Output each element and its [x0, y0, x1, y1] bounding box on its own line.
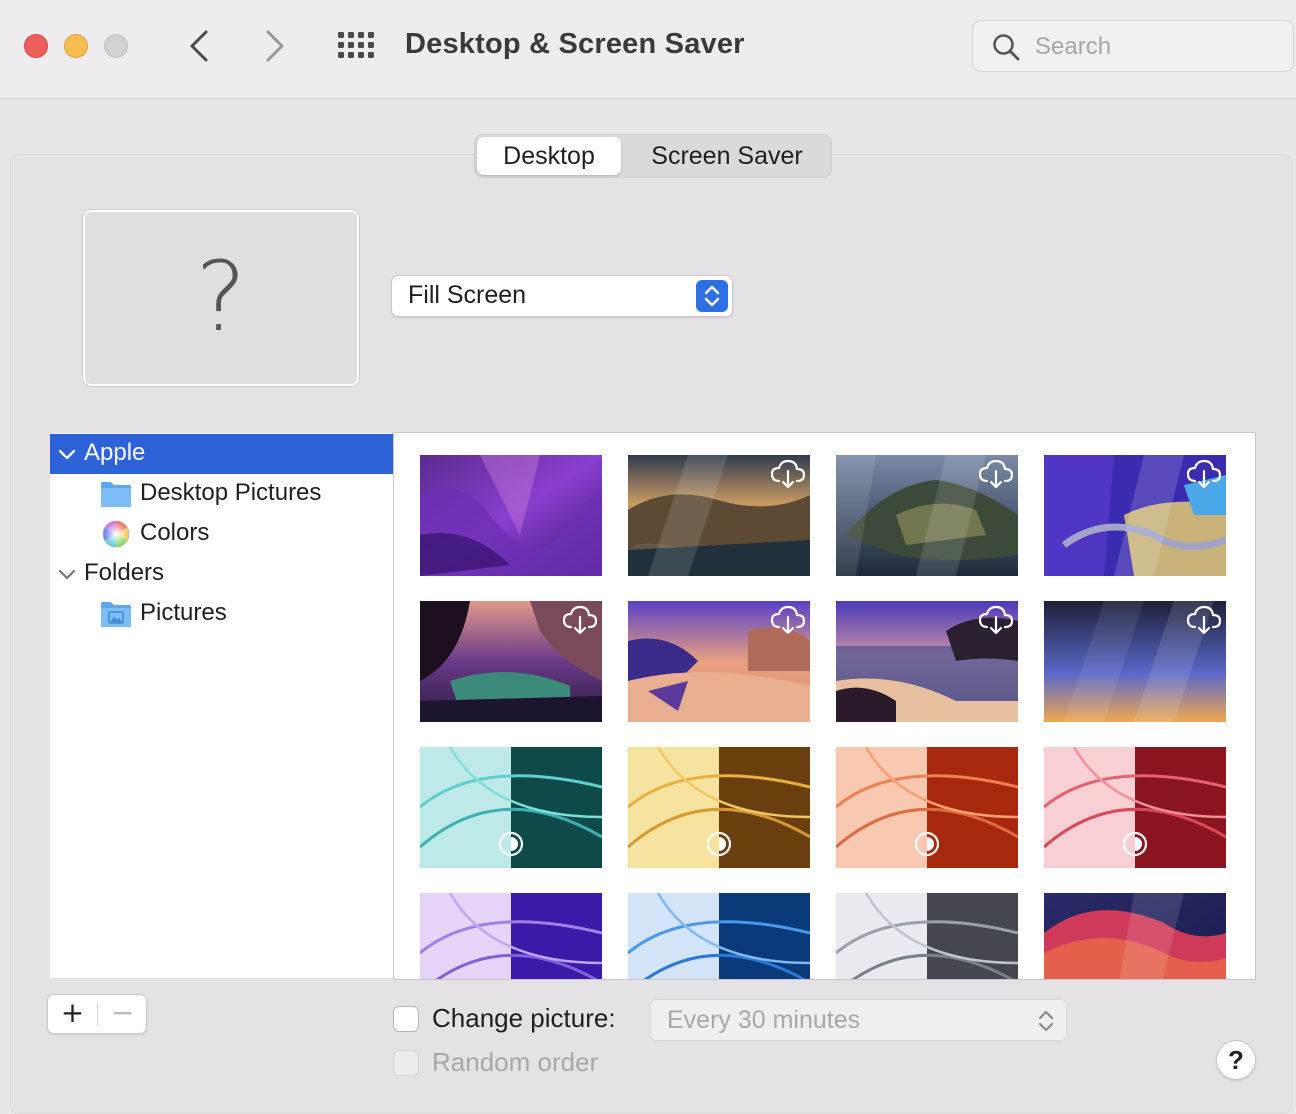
sidebar-group-label: Apple — [84, 439, 146, 466]
tab-screen-saver[interactable]: Screen Saver — [625, 137, 829, 175]
remove-folder-button[interactable]: − — [98, 995, 147, 1033]
sidebar-item-desktop-pictures[interactable]: Desktop Pictures — [50, 474, 393, 514]
wallpaper-thumbnail[interactable] — [836, 601, 1018, 722]
dynamic-wallpaper-icon — [914, 831, 940, 857]
help-button[interactable]: ? — [1216, 1040, 1256, 1080]
wallpaper-thumbnail[interactable] — [628, 455, 810, 576]
title-bar: Desktop & Screen Saver — [0, 0, 1296, 99]
window-title: Desktop & Screen Saver — [405, 28, 745, 60]
fit-mode-popup[interactable]: Fill Screen — [391, 275, 733, 317]
dynamic-wallpaper-icon — [1122, 831, 1148, 857]
wallpaper-thumbnail[interactable] — [1044, 601, 1226, 722]
cloud-download-icon[interactable] — [562, 605, 598, 635]
change-interval-popup[interactable]: Every 30 minutes — [650, 999, 1067, 1041]
wallpaper-thumbnail[interactable] — [836, 747, 1018, 868]
chevron-down-icon[interactable] — [58, 446, 76, 464]
desktop-preview: ? — [83, 210, 359, 386]
cloud-download-icon[interactable] — [1186, 605, 1222, 635]
show-all-button[interactable] — [336, 28, 376, 64]
wallpaper-thumbnail[interactable] — [420, 893, 602, 979]
wallpaper-thumbnail[interactable] — [628, 893, 810, 979]
sidebar-item-label: Desktop Pictures — [140, 479, 322, 506]
wallpaper-thumbnail[interactable] — [420, 601, 602, 722]
random-order-checkbox[interactable] — [393, 1050, 419, 1076]
search-input[interactable] — [1033, 30, 1277, 64]
random-order-label: Random order — [432, 1047, 599, 1077]
back-button[interactable] — [180, 26, 220, 66]
wallpaper-thumbnail[interactable] — [628, 601, 810, 722]
wallpaper-thumbnail[interactable] — [836, 893, 1018, 979]
pictures-folder-icon — [101, 602, 131, 627]
grid-icon — [338, 32, 374, 58]
wallpaper-thumbnail[interactable] — [420, 455, 602, 576]
sidebar-group-label: Folders — [84, 559, 165, 586]
sidebar-item-colors[interactable]: Colors — [50, 514, 393, 554]
sidebar-item-label: Pictures — [140, 599, 227, 626]
chevron-right-icon — [266, 30, 284, 62]
cloud-download-icon[interactable] — [978, 459, 1014, 489]
wallpaper-grid — [393, 432, 1256, 980]
cloud-download-icon[interactable] — [1186, 459, 1222, 489]
wallpaper-thumbnail[interactable] — [1044, 455, 1226, 576]
cloud-download-icon[interactable] — [770, 459, 806, 489]
wallpaper-thumbnail[interactable] — [1044, 747, 1226, 868]
tab-desktop[interactable]: Desktop — [477, 137, 621, 175]
folder-icon — [101, 482, 131, 507]
updown-arrows-icon — [1038, 1010, 1054, 1032]
tab-bar: Desktop Screen Saver — [474, 134, 832, 178]
add-remove-control: + − — [47, 994, 147, 1034]
color-wheel-icon — [102, 520, 130, 548]
sidebar-item-label: Colors — [140, 519, 210, 546]
cloud-download-icon[interactable] — [770, 605, 806, 635]
close-window-button[interactable] — [24, 34, 48, 58]
chevron-down-icon[interactable] — [58, 566, 76, 584]
updown-arrows-icon — [696, 280, 728, 312]
wallpaper-thumbnail[interactable] — [420, 747, 602, 868]
search-field[interactable] — [972, 20, 1294, 72]
wallpaper-thumbnail[interactable] — [836, 455, 1018, 576]
chevron-left-icon — [190, 30, 208, 62]
sidebar-group-apple[interactable]: Apple — [50, 434, 393, 474]
search-icon — [993, 34, 1020, 61]
fit-mode-value: Fill Screen — [408, 281, 527, 309]
dynamic-wallpaper-icon — [706, 831, 732, 857]
minimize-window-button[interactable] — [64, 34, 88, 58]
sidebar-item-pictures[interactable]: Pictures — [50, 594, 393, 634]
question-mark-icon: ? — [195, 241, 247, 353]
change-picture-label: Change picture: — [432, 1003, 616, 1033]
wallpaper-thumbnail[interactable] — [1044, 893, 1226, 979]
change-interval-value: Every 30 minutes — [667, 1006, 861, 1034]
source-list: Apple Desktop Pictures Colors Folders Pi… — [50, 433, 393, 978]
add-folder-button[interactable]: + — [48, 995, 97, 1033]
wallpaper-thumbnail[interactable] — [628, 747, 810, 868]
forward-button[interactable] — [254, 26, 294, 66]
change-picture-checkbox[interactable] — [393, 1006, 419, 1032]
cloud-download-icon[interactable] — [978, 605, 1014, 635]
dynamic-wallpaper-icon — [498, 831, 524, 857]
zoom-window-button[interactable] — [104, 34, 128, 58]
sidebar-group-folders[interactable]: Folders — [50, 554, 393, 594]
